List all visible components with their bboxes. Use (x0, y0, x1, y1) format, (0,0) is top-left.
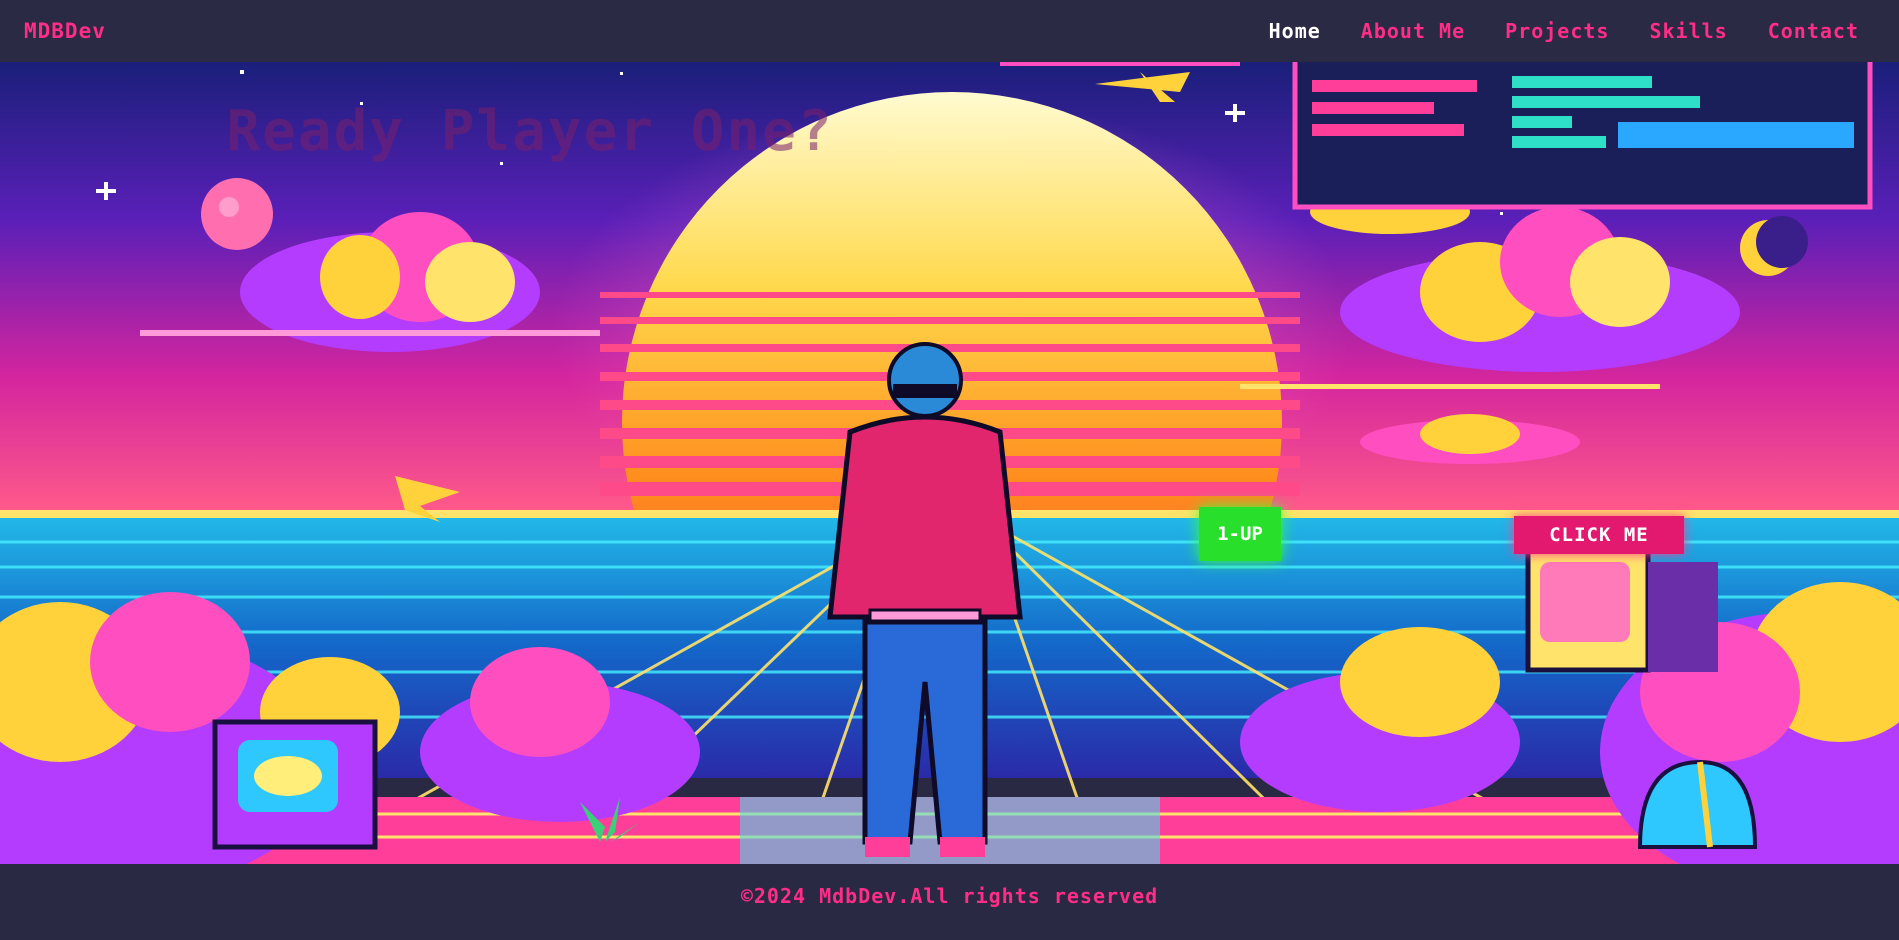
main-nav: Home About Me Projects Skills Contact (1269, 19, 1859, 43)
footer-copyright: ©2024 MdbDev.All rights reserved (740, 884, 1159, 908)
footer: ©2024 MdbDev.All rights reserved (0, 864, 1899, 940)
top-navbar: MDBDev Home About Me Projects Skills Con… (0, 0, 1899, 62)
nav-about-link[interactable]: About Me (1361, 19, 1465, 43)
hud-status-panel (1292, 62, 1873, 210)
hero-title: Ready Player One? (226, 99, 834, 164)
retro-tv-right (1525, 547, 1718, 673)
one-up-badge[interactable]: 1-UP (1199, 507, 1281, 561)
pink-planet (201, 178, 273, 250)
synthwave-background-art (0, 62, 1899, 864)
nav-home-link[interactable]: Home (1269, 19, 1321, 43)
nav-projects-link[interactable]: Projects (1505, 19, 1609, 43)
nav-contact-link[interactable]: Contact (1768, 19, 1859, 43)
click-me-button[interactable]: CLICK ME (1514, 516, 1684, 554)
nav-skills-link[interactable]: Skills (1649, 19, 1727, 43)
retro-tv-left (212, 719, 378, 850)
site-logo[interactable]: MDBDev (24, 19, 106, 43)
hero-section: Ready Player One? 1-UP CLICK ME (0, 62, 1899, 864)
